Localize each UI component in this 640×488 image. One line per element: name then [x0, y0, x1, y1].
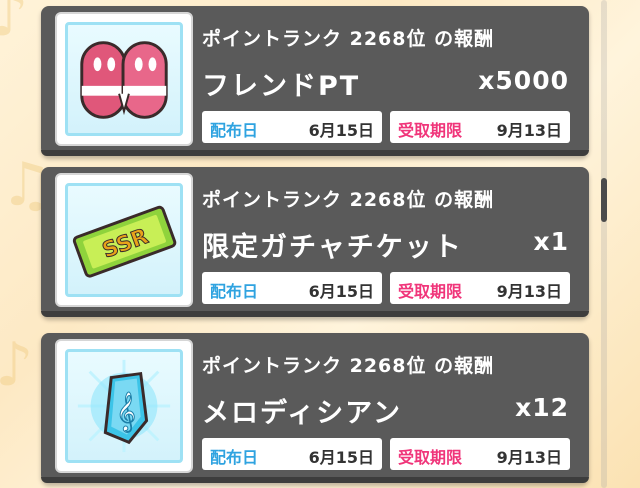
reward-rank-title: ポイントランク 2268位 の報酬 [202, 355, 495, 377]
deadline-date-box: 受取期限 9月13日 [390, 111, 570, 143]
deadline-label: 受取期限 [398, 121, 463, 140]
reward-rank-title: ポイントランク 2268位 の報酬 [202, 28, 495, 50]
deadline-date-box: 受取期限 9月13日 [390, 272, 570, 304]
distribution-date: 6月15日 [308, 121, 374, 140]
reward-card[interactable]: 𝄞 ポイントランク 2268位 の報酬 メロディシアン x12 配布日 6月15… [41, 333, 589, 483]
reward-quantity: x12 [515, 393, 569, 422]
distribution-date: 6月15日 [308, 282, 374, 301]
reward-card[interactable]: SSR ポイントランク 2268位 の報酬 限定ガチャチケット x1 配布日 6… [41, 167, 589, 317]
reward-item-name: フレンドPT [202, 71, 361, 102]
reward-item-name: 限定ガチャチケット [202, 232, 463, 263]
svg-text:𝄞: 𝄞 [116, 392, 136, 433]
reward-quantity: x5000 [478, 66, 569, 95]
reward-card[interactable]: ポイントランク 2268位 の報酬 フレンドPT x5000 配布日 6月15日… [41, 6, 589, 156]
reward-icon-frame [55, 12, 193, 146]
ssr-ticket-icon: SSR [72, 205, 177, 278]
reward-quantity: x1 [533, 227, 569, 256]
music-note-decoration: ♪ [0, 330, 34, 400]
reward-icon-frame: 𝄞 [55, 339, 193, 473]
deadline-date: 9月13日 [496, 121, 562, 140]
distribution-label: 配布日 [210, 282, 259, 301]
music-note-decoration: ♪ [0, 0, 29, 50]
reward-rank-title: ポイントランク 2268位 の報酬 [202, 189, 495, 211]
deadline-label: 受取期限 [398, 448, 463, 467]
distribution-date-box: 配布日 6月15日 [202, 111, 382, 143]
deadline-date: 9月13日 [496, 282, 562, 301]
deadline-label: 受取期限 [398, 282, 463, 301]
reward-icon-frame: SSR [55, 173, 193, 307]
distribution-label: 配布日 [210, 448, 259, 467]
scrollbar-track[interactable] [601, 0, 607, 488]
melody-cyan-crystal-icon: 𝄞 [77, 359, 171, 453]
distribution-label: 配布日 [210, 121, 259, 140]
deadline-date: 9月13日 [496, 448, 562, 467]
distribution-date-box: 配布日 6月15日 [202, 272, 382, 304]
distribution-date: 6月15日 [308, 448, 374, 467]
reward-item-name: メロディシアン [202, 398, 403, 429]
deadline-date-box: 受取期限 9月13日 [390, 438, 570, 470]
scrollbar-thumb[interactable] [601, 178, 607, 222]
friend-pt-icon [80, 41, 168, 119]
distribution-date-box: 配布日 6月15日 [202, 438, 382, 470]
